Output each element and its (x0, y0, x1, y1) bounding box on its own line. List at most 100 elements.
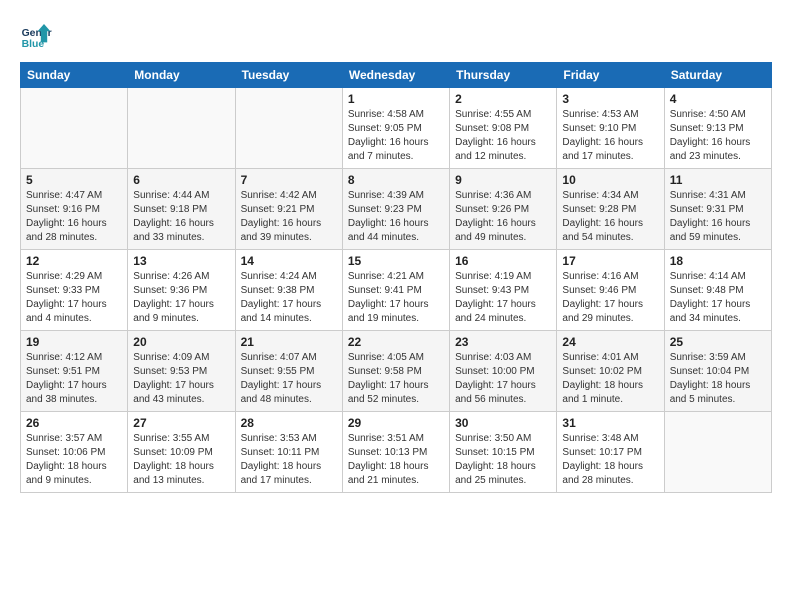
day-number: 13 (133, 254, 229, 268)
calendar-cell: 19 Sunrise: 4:12 AM Sunset: 9:51 PM Dayli… (21, 331, 128, 412)
calendar-cell (664, 412, 771, 493)
day-number: 29 (348, 416, 444, 430)
day-number: 2 (455, 92, 551, 106)
calendar-week-row: 12 Sunrise: 4:29 AM Sunset: 9:33 PM Dayli… (21, 250, 772, 331)
page-header: General Blue (20, 20, 772, 52)
day-number: 16 (455, 254, 551, 268)
day-number: 27 (133, 416, 229, 430)
calendar-cell: 9 Sunrise: 4:36 AM Sunset: 9:26 PM Daylig… (450, 169, 557, 250)
calendar-week-row: 5 Sunrise: 4:47 AM Sunset: 9:16 PM Daylig… (21, 169, 772, 250)
day-info: Sunrise: 4:14 AM Sunset: 9:48 PM Dayligh… (670, 270, 766, 326)
calendar-cell: 8Sunrise: 4:39 AM Sunset: 9:23 PM Daylig… (342, 169, 449, 250)
day-number: 7 (241, 173, 337, 187)
day-info: Sunrise: 4:55 AM Sunset: 9:08 PM Dayligh… (455, 108, 551, 164)
weekday-header: Sunday (21, 63, 128, 88)
day-number: 10 (562, 173, 658, 187)
day-number: 11 (670, 173, 766, 187)
day-info: Sunrise: 4:47 AM Sunset: 9:16 PM Dayligh… (26, 189, 122, 245)
day-number: 12 (26, 254, 122, 268)
day-info: Sunrise: 4:29 AM Sunset: 9:33 PM Dayligh… (26, 270, 122, 326)
calendar-cell: 6 Sunrise: 4:44 AM Sunset: 9:18 PM Daylig… (128, 169, 235, 250)
day-info: Sunrise: 4:50 AM Sunset: 9:13 PM Dayligh… (670, 108, 766, 164)
calendar-cell (128, 88, 235, 169)
day-number: 30 (455, 416, 551, 430)
calendar-cell: 24 Sunrise: 4:01 AM Sunset: 10:02 PM Dayl… (557, 331, 664, 412)
calendar-cell: 14 Sunrise: 4:24 AM Sunset: 9:38 PM Dayli… (235, 250, 342, 331)
day-info: Sunrise: 4:09 AM Sunset: 9:53 PM Dayligh… (133, 351, 229, 407)
day-info: Sunrise: 4:07 AM Sunset: 9:55 PM Dayligh… (241, 351, 337, 407)
day-info: Sunrise: 3:50 AM Sunset: 10:15 PM Daylig… (455, 432, 551, 488)
calendar-cell: 23 Sunrise: 4:03 AM Sunset: 10:00 PM Dayl… (450, 331, 557, 412)
calendar-cell: 29 Sunrise: 3:51 AM Sunset: 10:13 PM Dayl… (342, 412, 449, 493)
calendar-week-row: 19 Sunrise: 4:12 AM Sunset: 9:51 PM Dayli… (21, 331, 772, 412)
day-info: Sunrise: 4:42 AM Sunset: 9:21 PM Dayligh… (241, 189, 337, 245)
day-info: Sunrise: 4:19 AM Sunset: 9:43 PM Dayligh… (455, 270, 551, 326)
calendar-cell: 30 Sunrise: 3:50 AM Sunset: 10:15 PM Dayl… (450, 412, 557, 493)
calendar-cell: 21Sunrise: 4:07 AM Sunset: 9:55 PM Dayli… (235, 331, 342, 412)
day-info: Sunrise: 4:03 AM Sunset: 10:00 PM Daylig… (455, 351, 551, 407)
day-number: 6 (133, 173, 229, 187)
calendar-cell: 12 Sunrise: 4:29 AM Sunset: 9:33 PM Dayli… (21, 250, 128, 331)
day-number: 25 (670, 335, 766, 349)
day-number: 14 (241, 254, 337, 268)
day-info: Sunrise: 4:36 AM Sunset: 9:26 PM Dayligh… (455, 189, 551, 245)
day-number: 22 (348, 335, 444, 349)
day-number: 15 (348, 254, 444, 268)
calendar-cell: 15Sunrise: 4:21 AM Sunset: 9:41 PM Dayli… (342, 250, 449, 331)
day-info: Sunrise: 4:12 AM Sunset: 9:51 PM Dayligh… (26, 351, 122, 407)
calendar-week-row: 26 Sunrise: 3:57 AM Sunset: 10:06 PM Dayl… (21, 412, 772, 493)
day-info: Sunrise: 4:34 AM Sunset: 9:28 PM Dayligh… (562, 189, 658, 245)
weekday-header: Thursday (450, 63, 557, 88)
calendar-cell: 4Sunrise: 4:50 AM Sunset: 9:13 PM Daylig… (664, 88, 771, 169)
day-number: 1 (348, 92, 444, 106)
day-number: 23 (455, 335, 551, 349)
day-number: 3 (562, 92, 658, 106)
day-number: 19 (26, 335, 122, 349)
calendar-cell: 27 Sunrise: 3:55 AM Sunset: 10:09 PM Dayl… (128, 412, 235, 493)
weekday-header: Monday (128, 63, 235, 88)
day-info: Sunrise: 4:05 AM Sunset: 9:58 PM Dayligh… (348, 351, 444, 407)
day-info: Sunrise: 4:58 AM Sunset: 9:05 PM Dayligh… (348, 108, 444, 164)
day-info: Sunrise: 3:55 AM Sunset: 10:09 PM Daylig… (133, 432, 229, 488)
day-info: Sunrise: 4:44 AM Sunset: 9:18 PM Dayligh… (133, 189, 229, 245)
day-number: 20 (133, 335, 229, 349)
calendar-cell: 2 Sunrise: 4:55 AM Sunset: 9:08 PM Daylig… (450, 88, 557, 169)
day-info: Sunrise: 4:53 AM Sunset: 9:10 PM Dayligh… (562, 108, 658, 164)
day-info: Sunrise: 4:39 AM Sunset: 9:23 PM Dayligh… (348, 189, 444, 245)
day-info: Sunrise: 3:51 AM Sunset: 10:13 PM Daylig… (348, 432, 444, 488)
calendar-cell (235, 88, 342, 169)
day-number: 26 (26, 416, 122, 430)
day-number: 17 (562, 254, 658, 268)
logo: General Blue (20, 20, 52, 52)
calendar-cell: 20 Sunrise: 4:09 AM Sunset: 9:53 PM Dayli… (128, 331, 235, 412)
weekday-header: Tuesday (235, 63, 342, 88)
day-info: Sunrise: 4:01 AM Sunset: 10:02 PM Daylig… (562, 351, 658, 407)
calendar-header: SundayMondayTuesdayWednesdayThursdayFrid… (21, 63, 772, 88)
calendar-body: 1 Sunrise: 4:58 AM Sunset: 9:05 PM Daylig… (21, 88, 772, 493)
day-info: Sunrise: 3:48 AM Sunset: 10:17 PM Daylig… (562, 432, 658, 488)
day-number: 18 (670, 254, 766, 268)
day-number: 24 (562, 335, 658, 349)
day-info: Sunrise: 3:57 AM Sunset: 10:06 PM Daylig… (26, 432, 122, 488)
weekday-header: Friday (557, 63, 664, 88)
calendar-cell: 1 Sunrise: 4:58 AM Sunset: 9:05 PM Daylig… (342, 88, 449, 169)
calendar-cell: 22 Sunrise: 4:05 AM Sunset: 9:58 PM Dayli… (342, 331, 449, 412)
day-info: Sunrise: 3:59 AM Sunset: 10:04 PM Daylig… (670, 351, 766, 407)
calendar-cell (21, 88, 128, 169)
calendar-cell: 3 Sunrise: 4:53 AM Sunset: 9:10 PM Daylig… (557, 88, 664, 169)
day-info: Sunrise: 4:16 AM Sunset: 9:46 PM Dayligh… (562, 270, 658, 326)
calendar-cell: 10 Sunrise: 4:34 AM Sunset: 9:28 PM Dayli… (557, 169, 664, 250)
day-info: Sunrise: 4:31 AM Sunset: 9:31 PM Dayligh… (670, 189, 766, 245)
logo-icon: General Blue (20, 20, 52, 52)
day-number: 28 (241, 416, 337, 430)
calendar-cell: 25 Sunrise: 3:59 AM Sunset: 10:04 PM Dayl… (664, 331, 771, 412)
day-info: Sunrise: 3:53 AM Sunset: 10:11 PM Daylig… (241, 432, 337, 488)
calendar-week-row: 1 Sunrise: 4:58 AM Sunset: 9:05 PM Daylig… (21, 88, 772, 169)
day-info: Sunrise: 4:24 AM Sunset: 9:38 PM Dayligh… (241, 270, 337, 326)
calendar-cell: 26 Sunrise: 3:57 AM Sunset: 10:06 PM Dayl… (21, 412, 128, 493)
calendar-table: SundayMondayTuesdayWednesdayThursdayFrid… (20, 62, 772, 493)
day-number: 5 (26, 173, 122, 187)
day-number: 9 (455, 173, 551, 187)
calendar-cell: 31 Sunrise: 3:48 AM Sunset: 10:17 PM Dayl… (557, 412, 664, 493)
day-number: 31 (562, 416, 658, 430)
